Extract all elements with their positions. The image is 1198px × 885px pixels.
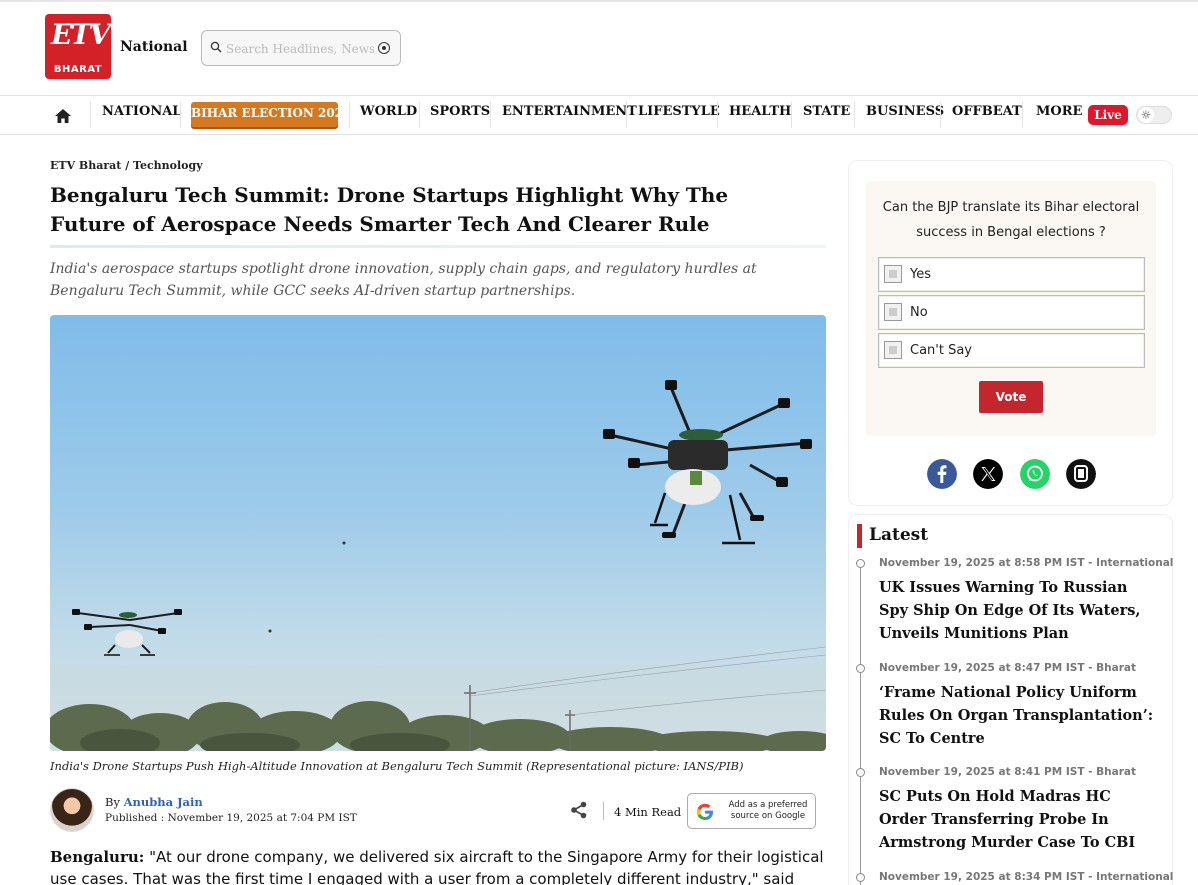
nav-item-health[interactable]: HEALTH	[729, 96, 791, 134]
timeline-dot	[856, 873, 865, 882]
nav-item-offbeat[interactable]: OFFBEAT	[952, 96, 1022, 134]
search-box	[201, 30, 401, 66]
news-meta: November 19, 2025 at 8:58 PM IST - Inter…	[879, 557, 1174, 569]
poll-option-label: No	[910, 305, 928, 320]
nav-divider	[854, 102, 855, 128]
nav-divider	[490, 102, 491, 128]
author-name[interactable]: Anubha Jain	[124, 795, 203, 809]
logo-subtext: BHARAT	[53, 64, 103, 75]
read-time: 4 Min Read	[614, 805, 682, 819]
sun-icon: ☼	[1138, 107, 1154, 123]
nav-divider	[419, 102, 420, 128]
google-button-label: Add as a preferred source on Google	[728, 800, 808, 821]
poll-option-label: Yes	[910, 267, 931, 282]
home-icon[interactable]	[54, 107, 72, 125]
nav-item-lifestyle[interactable]: LIFESTYLE	[638, 96, 720, 134]
image-caption: India's Drone Startups Push High-Altitud…	[50, 759, 744, 773]
nav-divider	[349, 102, 350, 128]
nav-item-world[interactable]: WORLD	[360, 96, 417, 134]
article-body: Bengaluru: "At our drone company, we del…	[50, 846, 826, 885]
checkbox[interactable]	[884, 303, 902, 321]
article-hero-image	[50, 315, 826, 751]
news-meta: November 19, 2025 at 8:47 PM IST - Bhara…	[879, 662, 1136, 674]
news-meta: November 19, 2025 at 8:41 PM IST - Bhara…	[879, 766, 1136, 778]
nav-item-business[interactable]: BUSINESS	[866, 96, 944, 134]
news-headline[interactable]: UK Issues Warning To Russian Spy Ship On…	[879, 576, 1154, 645]
author-row: By Anubha Jain Published : November 19, …	[50, 788, 826, 832]
share-icon[interactable]	[570, 801, 588, 819]
nav-divider	[940, 102, 941, 128]
poll-option-yes[interactable]: Yes	[878, 257, 1145, 292]
nav-divider	[791, 102, 792, 128]
news-headline[interactable]: ‘Frame National Policy Uniform Rules On …	[879, 681, 1154, 750]
timeline-dot	[856, 664, 865, 673]
nav-item-entertainment[interactable]: ENTERTAINMENT	[502, 96, 637, 134]
dateline: Bengaluru:	[50, 848, 145, 866]
koo-share-icon[interactable]	[1066, 459, 1096, 489]
facebook-icon[interactable]	[927, 459, 957, 489]
news-meta: November 19, 2025 at 8:34 PM IST - Inter…	[879, 871, 1174, 883]
latest-news-card: Latest November 19, 2025 at 8:58 PM IST …	[848, 514, 1173, 885]
checkbox[interactable]	[884, 341, 902, 359]
body-paragraph: "At our drone company, we delivered six …	[50, 848, 824, 885]
google-icon	[696, 803, 713, 820]
nav-item-state[interactable]: STATE	[803, 96, 850, 134]
article-summary: India's aerospace startups spotlight dro…	[50, 261, 757, 299]
nav-divider	[1022, 102, 1023, 128]
timeline-dot	[856, 559, 865, 568]
latest-heading: Latest	[869, 525, 929, 545]
nav-divider	[717, 102, 718, 128]
heading-accent	[857, 524, 862, 548]
by-label: By	[105, 795, 120, 809]
theme-toggle[interactable]: ☼	[1136, 106, 1172, 124]
logo-wordmark: ETV	[51, 18, 111, 51]
poll-option-no[interactable]: No	[878, 295, 1145, 330]
search-input[interactable]	[226, 39, 374, 59]
news-headline[interactable]: SC Puts On Hold Madras HC Order Transfer…	[879, 785, 1154, 854]
breadcrumb[interactable]: ETV Bharat / Technology	[50, 159, 203, 172]
divider	[603, 802, 604, 820]
poll-option-cant-say[interactable]: Can't Say	[878, 333, 1145, 368]
timeline-line	[860, 560, 861, 885]
region-selector[interactable]: National	[120, 39, 188, 55]
vote-button[interactable]: Vote	[979, 381, 1043, 413]
main-nav: NATIONAL BIHAR ELECTION 2025 WORLD SPORT…	[0, 95, 1198, 135]
whatsapp-icon[interactable]	[1020, 459, 1050, 489]
published-date: Published : November 19, 2025 at 7:04 PM…	[105, 812, 357, 824]
poll-option-label: Can't Say	[910, 343, 972, 358]
poll-container: Can the BJP translate its Bihar electora…	[866, 181, 1156, 436]
byline: By Anubha Jain	[105, 795, 203, 809]
nav-item-more[interactable]: MORE	[1036, 96, 1082, 134]
nav-item-bihar-election[interactable]: BIHAR ELECTION 2025	[191, 102, 351, 127]
live-button[interactable]: Live	[1088, 105, 1128, 125]
google-preferred-source-button[interactable]: Add as a preferred source on Google	[687, 793, 816, 829]
x-twitter-icon[interactable]	[973, 459, 1003, 489]
search-icon	[210, 41, 222, 53]
article-title: Bengaluru Tech Summit: Drone Startups Hi…	[50, 183, 729, 236]
checkbox[interactable]	[884, 265, 902, 283]
title-underline	[50, 245, 826, 248]
etv-bharat-logo[interactable]: ETV BHARAT	[45, 14, 111, 79]
nav-divider	[180, 102, 181, 128]
poll-card: Can the BJP translate its Bihar electora…	[848, 160, 1173, 506]
author-avatar[interactable]	[50, 788, 94, 832]
share-socials	[849, 459, 1174, 491]
site-header: ETV BHARAT National	[0, 2, 1198, 95]
nav-divider	[626, 102, 627, 128]
nav-divider	[90, 102, 91, 128]
poll-question: Can the BJP translate its Bihar electora…	[882, 200, 1140, 240]
timeline-dot	[856, 768, 865, 777]
nav-item-sports[interactable]: SPORTS	[430, 96, 490, 134]
nav-item-national[interactable]: NATIONAL	[102, 96, 181, 134]
search-submit-icon[interactable]	[378, 42, 390, 54]
